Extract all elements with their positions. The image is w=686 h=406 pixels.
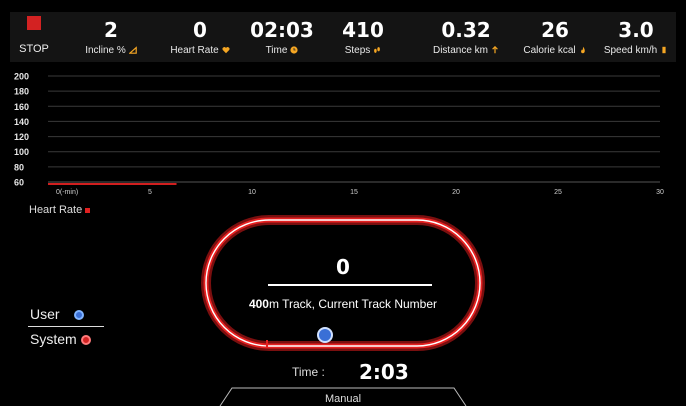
legend-user-label: User — [30, 306, 60, 322]
footsteps-icon — [374, 47, 381, 54]
chart-x-tick-label: 30 — [656, 189, 664, 196]
mode-label: Manual — [324, 393, 362, 405]
legend-divider — [28, 326, 104, 327]
elapsed-time-value: 2:03 — [359, 360, 409, 384]
stats-bar: STOP 2 Incline % 0 Heart Rate 02:03 Time… — [10, 12, 676, 62]
chart-x-tick-label: 0(-min) — [56, 189, 78, 196]
heart-rate-label: Heart Rate — [170, 45, 219, 56]
distance-icon — [492, 46, 498, 54]
stop-button[interactable]: STOP — [10, 12, 58, 62]
distance-value: 0.32 — [441, 18, 491, 42]
clock-icon — [290, 46, 299, 54]
stop-label: STOP — [19, 43, 49, 55]
distance-label: Distance km — [432, 45, 488, 56]
heart-rate-value: 0 — [193, 18, 207, 42]
steps-label: Steps — [344, 45, 371, 56]
calorie-value: 26 — [541, 18, 569, 42]
chart-x-tick-label: 25 — [554, 189, 562, 196]
steps-value: 410 — [342, 18, 384, 42]
track-count-underline — [268, 284, 432, 286]
chart-y-tick-label: 140 — [14, 117, 29, 127]
heart-rate-legend: Heart Rate — [29, 204, 91, 216]
speed-icon — [662, 47, 666, 54]
time-label: Time — [265, 45, 288, 56]
track-count: 0 — [336, 255, 350, 279]
incline-icon — [128, 46, 137, 55]
chart-x-tick-label: 20 — [452, 189, 460, 196]
legend-system: System — [30, 331, 91, 347]
track-caption-text: m Track, Current Track Number — [268, 297, 438, 311]
speed-label: Speed km/h — [603, 45, 658, 56]
elapsed-time-label: Time : — [292, 365, 325, 379]
chart-y-tick-label: 100 — [14, 147, 29, 157]
user-dot-icon — [73, 310, 84, 321]
heart-rate-chart: 200 180 160 140 120 100 80 60 0(-min) 5 10 15 20 25 30 — [12, 68, 676, 208]
stat-speed: 3.0 Speed km/h — [596, 12, 676, 62]
chart-x-tick-label: 10 — [248, 189, 256, 196]
time-value: 02:03 — [250, 18, 314, 42]
runner-position-marker — [317, 327, 333, 343]
chart-y-tick-label: 120 — [14, 132, 29, 142]
chart-x-tick-label: 5 — [148, 189, 152, 196]
track-caption: 400m Track, Current Track Number — [200, 297, 486, 311]
track-length: 400 — [248, 297, 269, 311]
stat-incline: 2 Incline % — [72, 12, 150, 62]
legend-system-label: System — [30, 331, 77, 347]
stat-calorie: 26 Calorie kcal — [516, 12, 594, 62]
chart-y-tick-label: 180 — [14, 87, 29, 97]
stat-steps: 410 Steps — [330, 12, 396, 62]
chart-y-tick-label: 160 — [14, 102, 29, 112]
stat-heart-rate: 0 Heart Rate — [158, 12, 242, 62]
heart-rate-legend-label: Heart Rate — [29, 204, 83, 216]
chart-y-tick-label: 60 — [14, 178, 24, 188]
flame-icon — [580, 47, 585, 54]
legend-user: User — [30, 306, 84, 322]
incline-value: 2 — [104, 18, 118, 42]
stat-time: 02:03 Time — [248, 12, 316, 62]
chart-canvas: 200 180 160 140 120 100 80 60 0(-min) 5 10 15 20 25 30 — [14, 72, 664, 197]
heart-icon — [222, 47, 230, 54]
speed-value: 3.0 — [618, 18, 654, 42]
chart-y-tick-label: 80 — [14, 162, 24, 172]
stop-icon — [27, 16, 41, 30]
system-dot-icon — [80, 335, 91, 346]
incline-label: Incline % — [85, 45, 126, 56]
stat-distance: 0.32 Distance km — [418, 12, 514, 62]
chart-x-tick-label: 15 — [350, 189, 358, 196]
treadmill-console-screen: STOP 2 Incline % 0 Heart Rate 02:03 Time… — [0, 0, 686, 406]
calorie-label: Calorie kcal — [523, 45, 576, 56]
heart-rate-legend-swatch — [85, 207, 91, 213]
chart-y-tick-label: 200 — [14, 72, 29, 82]
